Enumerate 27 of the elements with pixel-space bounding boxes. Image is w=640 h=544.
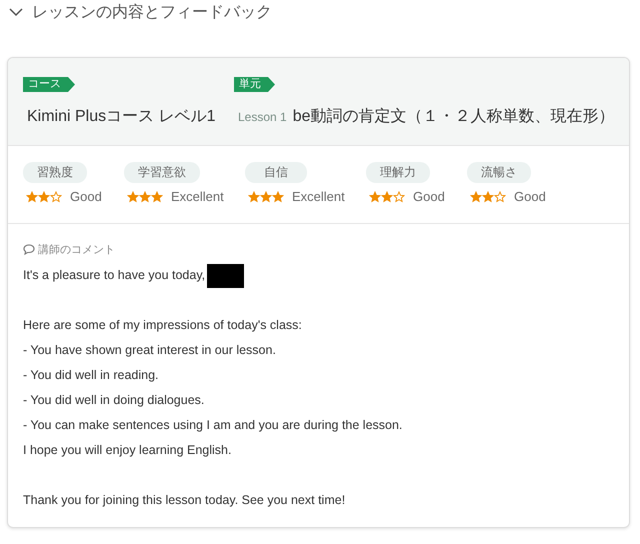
rating-label: 自信: [245, 162, 307, 183]
rating-grade: Excellent: [292, 189, 345, 204]
comment-text: - You did well in reading.: [23, 367, 159, 384]
rating-label: 理解力: [366, 162, 430, 183]
comment-text: Thank you for joining this lesson today. See you next time!: [23, 492, 346, 509]
section-title: レッスンの内容とフィードバック: [32, 2, 272, 22]
comment-text: It's a pleasure to have you today,: [23, 267, 206, 284]
comment-text: I hope you will enjoy learning English.: [23, 442, 232, 459]
speech-bubble-icon: [23, 244, 35, 255]
comment-text: - You can make sentences using I am and you are during the lesson.: [23, 417, 402, 434]
comment-text: - You have shown great interest in our lesson.: [23, 342, 276, 359]
rating-grade: Excellent: [171, 189, 224, 204]
rating-label: 習熟度: [23, 162, 87, 183]
rating-grade: Good: [413, 189, 445, 204]
course-tag: コース: [23, 77, 75, 92]
rating-label: 流暢さ: [467, 162, 531, 183]
course-name: Kimini Plusコース レベル1: [26, 107, 216, 127]
unit-name: be動詞の肯定文（１・２人称単数、現在形）: [292, 106, 614, 127]
rating-label: 学習意欲: [124, 162, 200, 183]
unit-tag: 単元: [234, 77, 275, 92]
comment-label: 講師のコメント: [38, 243, 115, 257]
chevron-icon[interactable]: [9, 7, 23, 17]
rating-grade: Good: [70, 189, 102, 204]
comment-text: - You did well in doing dialogues.: [23, 392, 204, 409]
lesson-number: Lesson 1: [238, 110, 287, 124]
comment-text: Here are some of my impressions of today's class:: [23, 317, 302, 334]
rating-grade: Good: [514, 189, 546, 204]
